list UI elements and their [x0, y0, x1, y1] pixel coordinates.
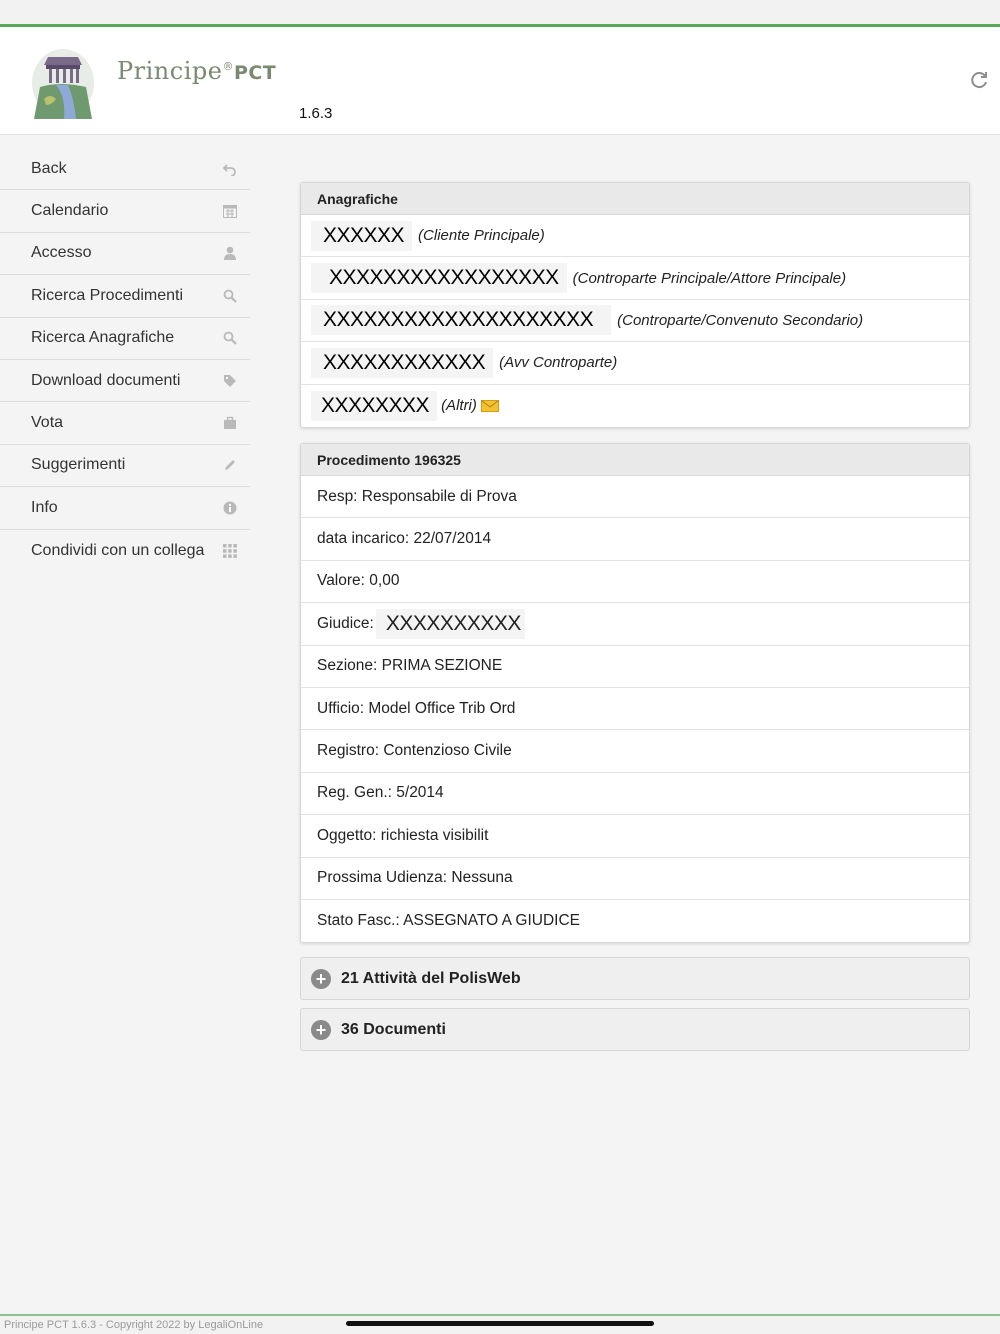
sidebar-item-ricerca-anagrafiche[interactable]: Ricerca Anagrafiche: [0, 318, 250, 360]
refresh-icon[interactable]: [968, 69, 990, 91]
plus-circle-icon[interactable]: +: [311, 968, 331, 989]
procedimento-row: Stato Fasc.: ASSEGNATO A GIUDICE: [317, 912, 581, 930]
sidebar-item-label: Ricerca Anagrafiche: [31, 329, 175, 347]
home-indicator[interactable]: [346, 1321, 654, 1326]
anagrafica-role: (Cliente Principale): [418, 227, 545, 245]
anagrafica-name: XXXXXXXXXXXX: [311, 347, 494, 378]
anagrafica-row[interactable]: XXXXXXXXXXXXXXXXXXXX (Controparte/Conven…: [301, 300, 969, 343]
plus-circle-icon[interactable]: +: [311, 1019, 331, 1040]
documenti-section-label: 36 Documenti: [341, 1020, 446, 1038]
anagrafica-name: XXXXXXXXXXXXXXXXX: [311, 263, 567, 294]
brand-name: Principe: [117, 57, 223, 85]
sidebar-item-back[interactable]: Back: [0, 148, 250, 191]
attivita-section-toggle[interactable]: + 21 Attività del PolisWeb: [300, 957, 970, 1000]
app-header: Principe®PCT 1.6.3: [0, 27, 1000, 135]
sidebar-item-label: Accesso: [31, 244, 92, 262]
version-label: 1.6.3: [299, 105, 333, 122]
anagrafica-name: XXXXXXXX: [311, 390, 438, 421]
sidebar-item-label: Vota: [31, 414, 64, 432]
anagrafica-name: XXXXXXXXXXXXXXXXXXXX: [311, 305, 612, 336]
sidebar: Back Calendario Accesso Ricerca Procedim…: [0, 148, 250, 572]
status-strip: [0, 0, 1000, 24]
anagrafica-row[interactable]: XXXXXX (Cliente Principale): [301, 215, 969, 258]
sidebar-item-label: Calendario: [31, 202, 109, 220]
sidebar-item-label: Back: [31, 159, 67, 177]
sidebar-item-ricerca-procedimenti[interactable]: Ricerca Procedimenti: [0, 275, 250, 318]
brand-reg: ®: [222, 60, 234, 73]
brand-suffix: PCT: [233, 62, 277, 84]
brand-logo: Principe®PCT: [117, 57, 276, 85]
procedimento-row: Prossima Udienza: Nessuna: [301, 858, 969, 900]
sidebar-item-suggerimenti[interactable]: Suggerimenti: [0, 445, 250, 488]
undo-icon: [222, 161, 238, 177]
attivita-section-label: 21 Attività del PolisWeb: [341, 969, 521, 987]
grid-icon: [222, 543, 238, 559]
procedimento-panel: Procedimento 196325 Resp: Responsabile d…: [300, 443, 970, 944]
procedimento-row: Ufficio: Model Office Trib Ord: [301, 688, 969, 731]
user-icon: [222, 245, 238, 261]
info-icon: [222, 500, 238, 516]
sidebar-item-label: Download documenti: [31, 371, 181, 389]
sidebar-item-label: Suggerimenti: [31, 456, 126, 474]
sidebar-item-calendario[interactable]: Calendario: [0, 190, 250, 233]
procedimento-row: Oggetto: richiesta visibilit: [301, 815, 969, 858]
anagrafica-row[interactable]: XXXXXXXXXXXXXXXXX (Controparte Principal…: [301, 257, 969, 300]
briefcase-icon: [222, 415, 238, 431]
procedimento-row: Reg. Gen.: 5/2014: [301, 773, 969, 816]
giudice-label: Giudice:: [317, 614, 374, 632]
tag-icon: [222, 373, 238, 389]
sidebar-item-label: Condividi con un collega: [31, 541, 205, 559]
search-icon: [222, 288, 238, 304]
documenti-section-toggle[interactable]: + 36 Documenti: [300, 1008, 970, 1051]
pencil-icon: [222, 457, 238, 473]
sidebar-item-vota[interactable]: Vota: [0, 402, 250, 445]
procedimento-row-giudice: Giudice: XXXXXXXXXX: [301, 603, 969, 646]
sidebar-item-accesso[interactable]: Accesso: [0, 233, 250, 276]
anagrafica-row[interactable]: XXXXXXXX (Altri): [301, 385, 969, 427]
sidebar-item-download-documenti[interactable]: Download documenti: [0, 360, 250, 403]
envelope-icon[interactable]: [480, 399, 499, 412]
sidebar-item-info[interactable]: Info: [0, 487, 250, 530]
calendar-icon: [222, 203, 238, 219]
anagrafica-role: (Controparte/Convenuto Secondario): [617, 311, 864, 329]
procedimento-row: Sezione: PRIMA SEZIONE: [301, 646, 969, 688]
search-icon: [222, 330, 238, 346]
anagrafiche-title: Anagrafiche: [301, 183, 969, 215]
anagrafiche-panel: Anagrafiche XXXXXX (Cliente Principale) …: [300, 182, 970, 428]
footer-copyright: Principe PCT 1.6.3 - Copyright 2022 by L…: [4, 1319, 264, 1331]
sidebar-item-label: Ricerca Procedimenti: [31, 286, 184, 304]
anagrafica-row[interactable]: XXXXXXXXXXXX (Avv Controparte): [301, 342, 969, 385]
procedimento-row: data incarico: 22/07/2014: [301, 518, 969, 561]
procedimento-title: Procedimento 196325: [301, 444, 969, 476]
procedimento-row: Registro: Contenzioso Civile: [301, 730, 969, 773]
sidebar-item-condividi[interactable]: Condividi con un collega: [0, 530, 250, 572]
app-logo: [32, 49, 94, 119]
procedimento-row: Valore: 0,00: [301, 561, 969, 604]
anagrafica-role: (Controparte Principale/Attore Principal…: [572, 269, 847, 287]
anagrafica-role: (Avv Controparte): [499, 354, 618, 372]
procedimento-row: Resp: Responsabile di Prova: [301, 476, 969, 519]
anagrafica-role: (Altri): [441, 397, 477, 415]
anagrafica-name: XXXXXX: [311, 220, 413, 251]
sidebar-item-label: Info: [31, 498, 58, 516]
giudice-value: XXXXXXXXXX: [375, 608, 525, 639]
